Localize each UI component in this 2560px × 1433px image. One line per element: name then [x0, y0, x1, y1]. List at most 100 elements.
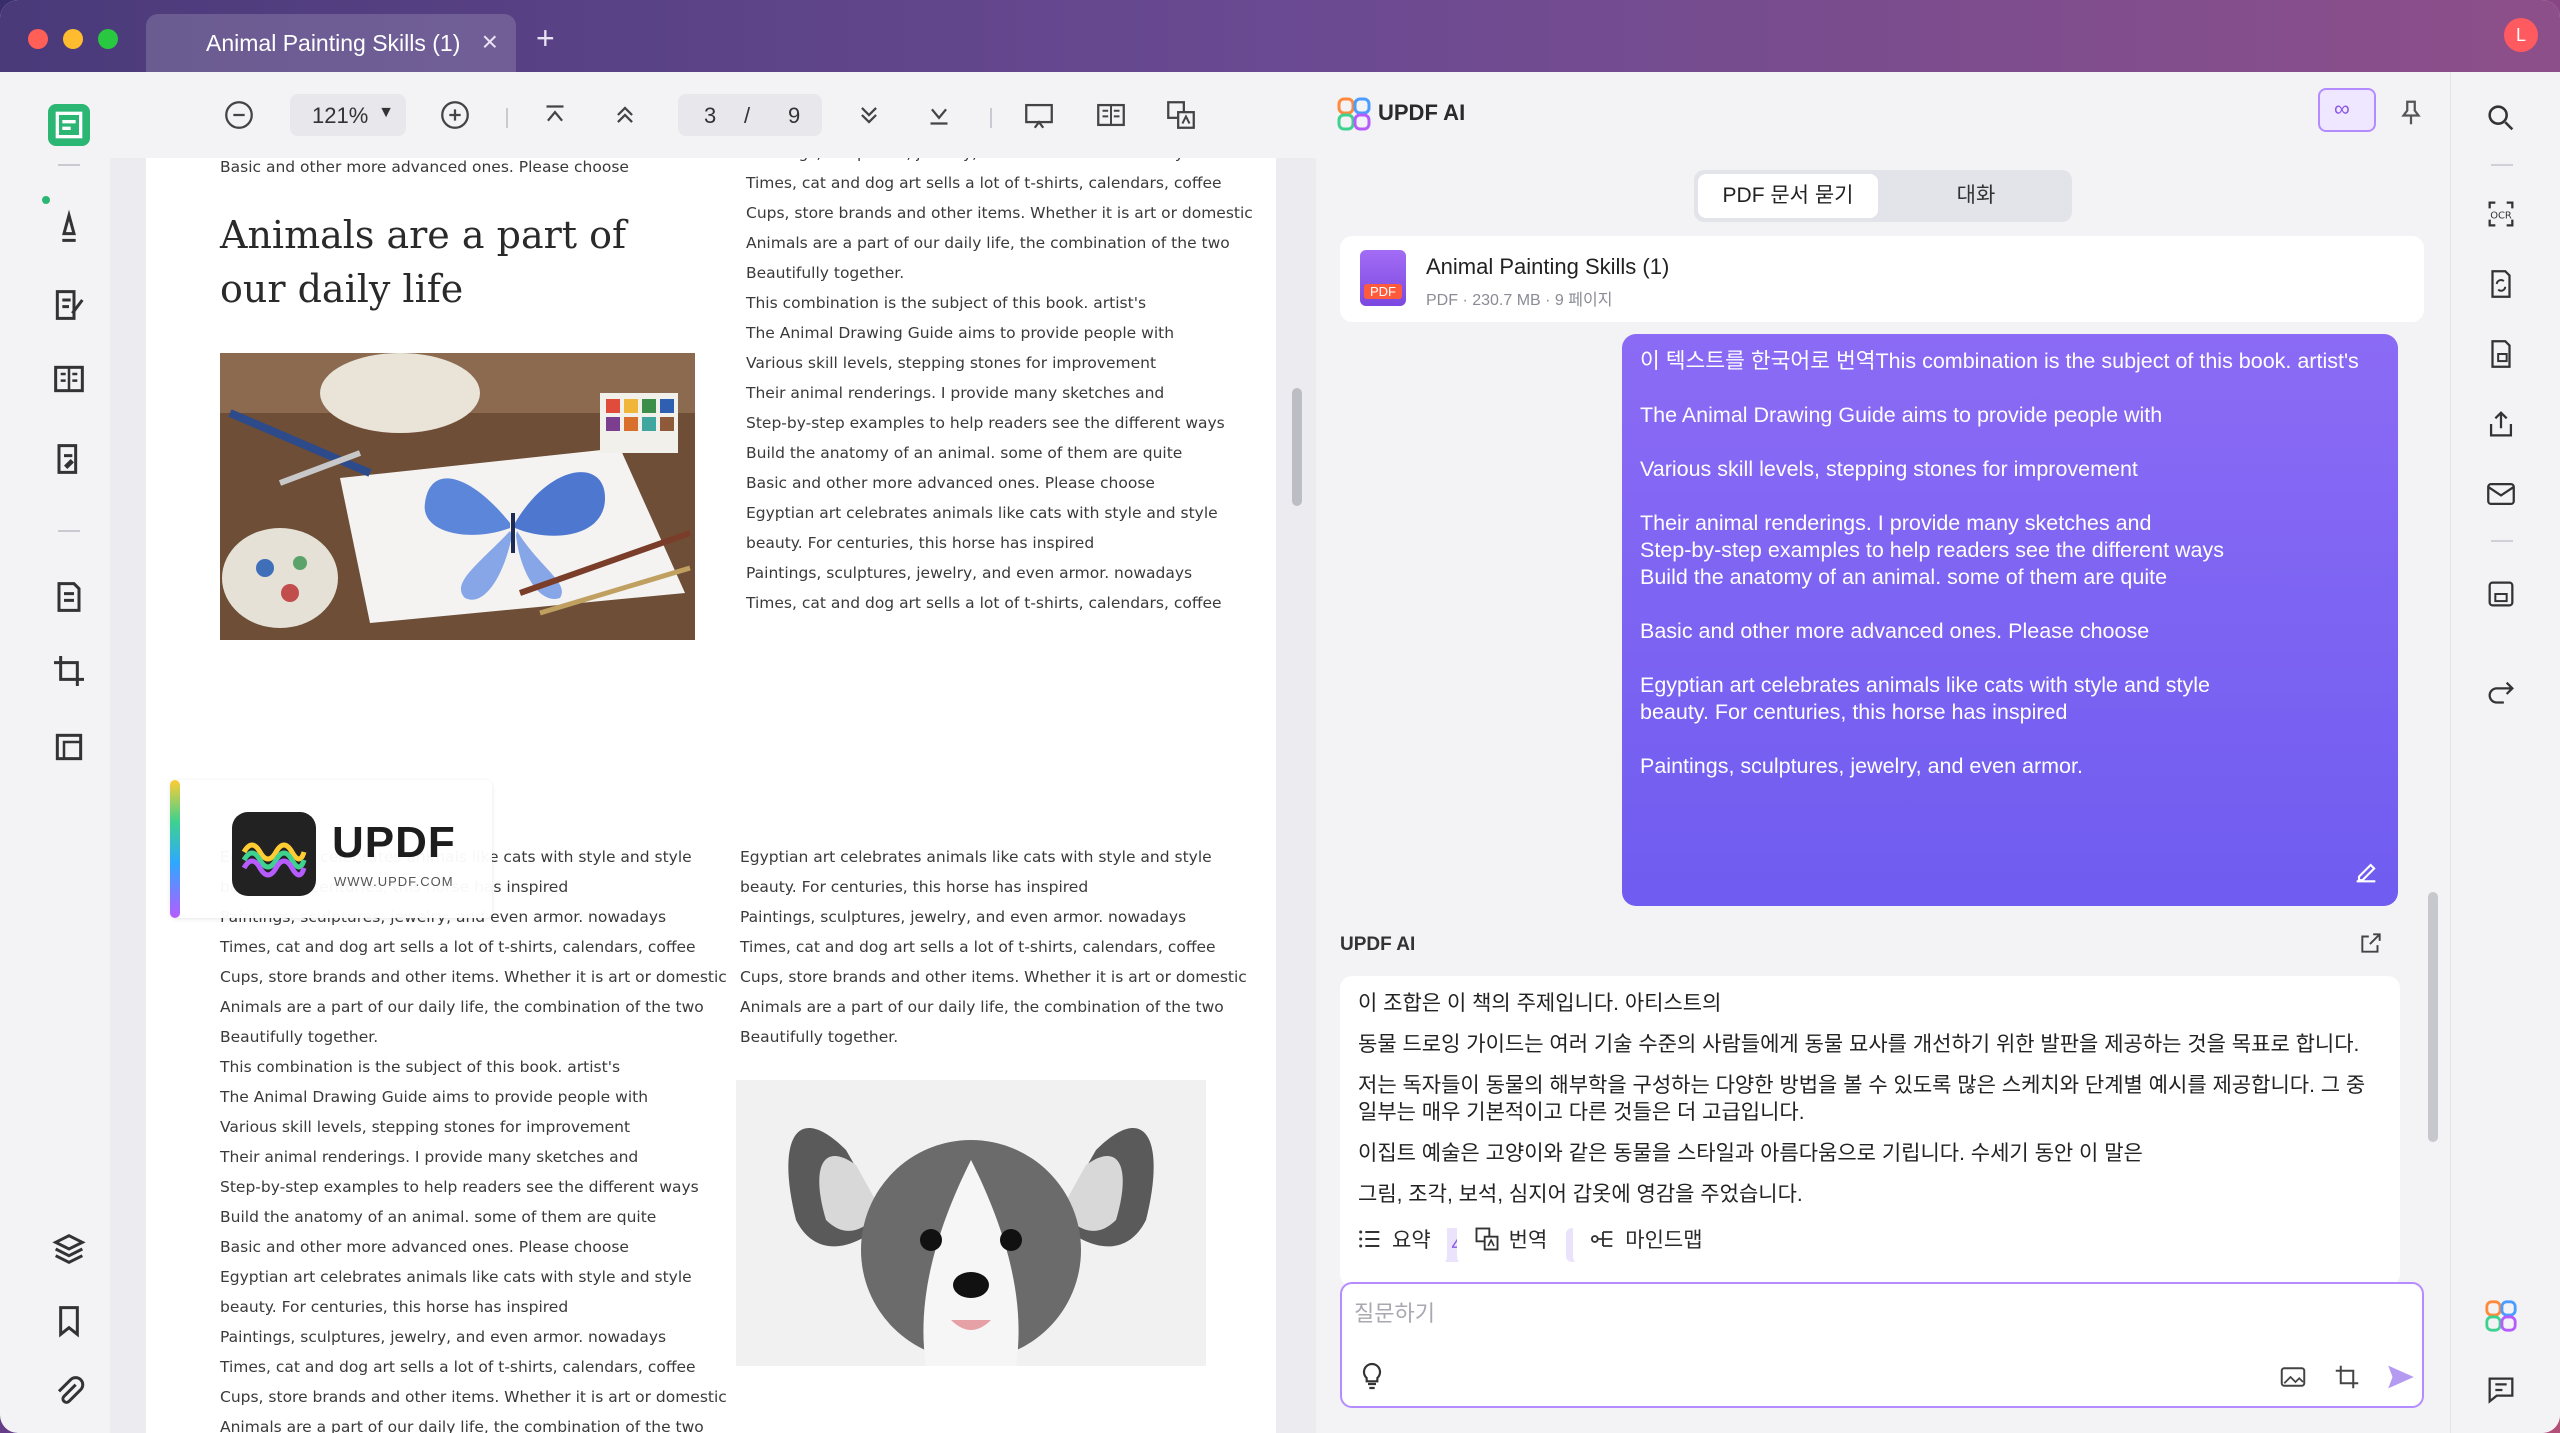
close-tab-icon[interactable]: × [482, 26, 498, 58]
share-icon[interactable] [2481, 404, 2521, 444]
page-text-line: Various skill levels, stepping stones fo… [220, 1118, 631, 1136]
title-bar: Animal Painting Skills (1) × + L [0, 0, 2560, 72]
crop-pages-icon[interactable] [48, 650, 90, 692]
new-tab-button[interactable]: + [536, 20, 555, 57]
page-text-line: Their animal renderings. I provide many … [220, 1148, 639, 1166]
pin-icon[interactable] [2396, 96, 2426, 130]
protect-pdf-icon[interactable] [48, 726, 90, 768]
page-text-line: beauty. For centuries, this horse has in… [220, 1298, 569, 1316]
summary-button-label: 요약 [1392, 1229, 1431, 1252]
page-text-line: Cups, store brands and other items. Whet… [746, 204, 1253, 222]
save-icon[interactable] [2481, 574, 2521, 614]
edit-message-icon[interactable] [2352, 858, 2380, 886]
page-text-line: beauty. For centuries, this horse has in… [746, 534, 1095, 552]
tab-chat[interactable]: 대화 [1884, 174, 2068, 218]
zoom-out-icon[interactable] [220, 96, 258, 134]
page-display-icon[interactable] [1092, 96, 1130, 134]
image-upload-icon[interactable] [2278, 1362, 2308, 1392]
updf-wordmark: UPDF [332, 818, 456, 867]
svg-text:OCR: OCR [2490, 210, 2512, 221]
chat-history[interactable]: 이 텍스트를 한국어로 번역This combination is the su… [1316, 334, 2450, 1294]
window-close-button[interactable] [28, 29, 48, 49]
text-column: Paintings, sculptures, jewelry, and even… [746, 158, 1253, 618]
comment-tool-icon[interactable] [48, 206, 90, 248]
tab-ask-pdf[interactable]: PDF 문서 묻기 [1698, 174, 1878, 218]
open-external-icon[interactable] [2358, 930, 2384, 956]
reader-mode-icon[interactable] [48, 104, 90, 146]
translate-page-icon[interactable] [1162, 96, 1200, 134]
user-avatar[interactable]: L [2504, 18, 2538, 52]
page-text-line: Basic and other more advanced ones. Plea… [220, 1238, 629, 1256]
window-maximize-button[interactable] [98, 29, 118, 49]
ai-response-paragraph: 이 조합은 이 책의 주제입니다. 아티스트의 [1358, 992, 1722, 1015]
right-tool-rail: OCR [2450, 72, 2560, 1433]
last-page-icon[interactable] [920, 96, 958, 134]
page-text-line: Egyptian art celebrates animals like cat… [220, 1268, 692, 1286]
page-text-line: Their animal renderings. I provide many … [746, 384, 1165, 402]
lightbulb-icon[interactable] [1356, 1360, 1388, 1392]
translate-icon [1475, 1227, 1499, 1251]
pdf-file-icon-label: PDF [1364, 284, 1402, 299]
page-text-line: Build the anatomy of an animal. some of … [220, 1208, 657, 1226]
question-input-box[interactable] [1340, 1282, 2424, 1408]
rail-divider [58, 530, 80, 532]
redo-icon[interactable] [2481, 674, 2521, 714]
page-text-line: Times, cat and dog art sells a lot of t-… [220, 938, 696, 956]
page-text-line: Egyptian art celebrates animals like cat… [746, 504, 1218, 522]
document-scrollbar[interactable] [1292, 388, 1302, 506]
translate-button[interactable]: 번역 [1456, 1212, 1564, 1266]
ai-response-paragraph: 동물 드로잉 가이드는 여러 기술 수준의 사람들에게 동물 묘사를 개선하기 … [1358, 1033, 2360, 1056]
convert-pdf-icon[interactable] [48, 576, 90, 618]
page-number-field[interactable]: 3 / 9 [678, 94, 822, 136]
ai-response-text: 이 조합은 이 책의 주제입니다. 아티스트의동물 드로잉 가이드는 여러 기술… [1358, 990, 2382, 1208]
toolbar-divider [506, 108, 508, 128]
screenshot-crop-icon[interactable] [2332, 1362, 2362, 1392]
mindmap-button[interactable]: 마인드맵 [1573, 1212, 1719, 1266]
total-page-count: 9 [788, 103, 801, 128]
edit-pdf-icon[interactable] [48, 284, 90, 326]
comment-list-icon[interactable] [2481, 1370, 2521, 1410]
first-page-icon[interactable] [536, 96, 574, 134]
layers-icon[interactable] [48, 1228, 90, 1270]
window-minimize-button[interactable] [63, 29, 83, 49]
protect-icon[interactable] [2481, 334, 2521, 374]
updf-ai-logo-icon [1337, 97, 1371, 131]
chat-scrollbar[interactable] [2428, 892, 2438, 1142]
convert-icon[interactable] [2481, 264, 2521, 304]
pdf-file-icon: PDF [1360, 250, 1406, 306]
search-icon[interactable] [2481, 98, 2521, 138]
question-input[interactable] [1354, 1296, 2394, 1336]
summary-button[interactable]: 요약 [1340, 1212, 1447, 1266]
updf-watermark-badge: UPDF WWW.UPDF.COM [170, 780, 492, 918]
ai-unlimited-mode-button[interactable]: ∞ [2318, 88, 2376, 132]
page-text-line: This combination is the subject of this … [220, 1058, 621, 1076]
document-viewer[interactable]: Basic and other more advanced ones. Plea… [110, 158, 1316, 1433]
butterfly-painting-image [220, 353, 695, 640]
zoom-level-value: 121% [312, 103, 369, 128]
current-file-card[interactable]: PDF Animal Painting Skills (1) PDF · 230… [1340, 236, 2424, 322]
page-text-line: Beautifully together. [746, 264, 905, 282]
current-page-number: 3 [704, 103, 717, 128]
next-page-icon[interactable] [850, 96, 888, 134]
presentation-icon[interactable] [1020, 96, 1058, 134]
bookmark-icon[interactable] [48, 1300, 90, 1342]
page-text-line: Cups, store brands and other items. Whet… [740, 968, 1247, 986]
document-tab[interactable]: Animal Painting Skills (1) × [146, 14, 516, 72]
text-column: Egyptian art celebrates animals like cat… [740, 842, 1247, 1052]
page-text-line: Animals are a part of our daily life, th… [220, 998, 704, 1016]
organize-pages-icon[interactable] [48, 358, 90, 400]
page-text-line: Paintings, sculptures, jewelry, and even… [746, 564, 1193, 582]
fill-sign-icon[interactable] [48, 438, 90, 480]
attachment-icon[interactable] [48, 1372, 90, 1414]
page-text-line: Step-by-step examples to help readers se… [220, 1178, 699, 1196]
zoom-level-select[interactable]: 121% ▼ [290, 94, 406, 136]
page-heading: Animals are a part of our daily life [220, 213, 627, 311]
ocr-icon[interactable]: OCR [2481, 194, 2521, 234]
updf-ai-icon[interactable] [2481, 1296, 2521, 1336]
email-icon[interactable] [2481, 474, 2521, 514]
page-separator: / [744, 103, 751, 128]
previous-page-icon[interactable] [606, 96, 644, 134]
send-icon[interactable] [2384, 1360, 2418, 1394]
page-text-line: Beautifully together. [220, 1028, 379, 1046]
zoom-in-icon[interactable] [436, 96, 474, 134]
